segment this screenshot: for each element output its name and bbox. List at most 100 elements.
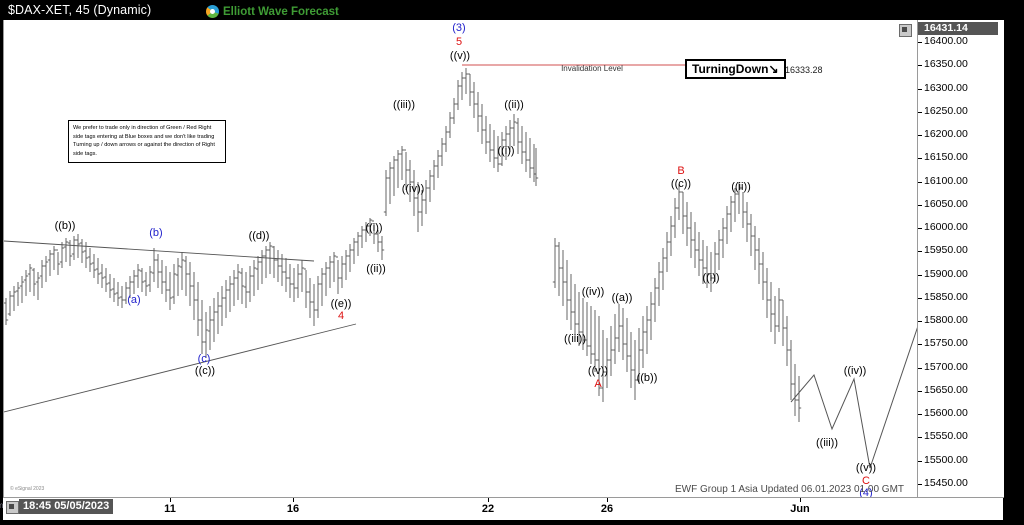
update-footer-text: EWF Group 1 Asia Updated 06.01.2023 01.0… xyxy=(675,484,905,495)
wave-label: ((i)) xyxy=(497,145,515,157)
time-tick-label: Jun xyxy=(790,503,810,515)
turning-down-text: TurningDown xyxy=(692,62,769,76)
price-tick: 16400.00 xyxy=(918,35,1004,47)
price-tick-mark xyxy=(918,65,922,67)
price-tick-label: 15450.00 xyxy=(924,477,968,489)
time-tick-label: 22 xyxy=(481,503,495,515)
page-title: $DAX-XET, 45 (Dynamic) xyxy=(8,3,152,17)
time-tick-mark xyxy=(488,498,489,502)
projection-path xyxy=(790,324,918,469)
wave-label: ((ii)) xyxy=(504,99,524,111)
price-tick-label: 16400.00 xyxy=(924,35,968,47)
wave-label: ((iii)) xyxy=(393,99,415,111)
wave-label: (3) xyxy=(452,22,466,34)
wave-label: (b) xyxy=(149,227,163,239)
invalidation-level-label: Invalidation Level xyxy=(561,64,623,73)
price-tick-label: 15800.00 xyxy=(924,314,968,327)
price-tick-label: 15950.00 xyxy=(924,244,968,257)
axis-settings-icon[interactable] xyxy=(899,24,912,37)
price-tick: 16300.00 xyxy=(918,82,1004,94)
price-tick-label: 16250.00 xyxy=(924,104,968,117)
price-tick: 15750.00 xyxy=(918,337,1004,349)
turning-down-badge: TurningDown↘ xyxy=(685,59,786,79)
time-tick-label: 11 xyxy=(164,503,176,515)
price-tick-label: 16050.00 xyxy=(924,197,968,210)
wave-label: ((b)) xyxy=(636,372,658,384)
wave-label: 5 xyxy=(455,36,463,48)
price-tick: 16150.00 xyxy=(918,151,1004,163)
price-tick-mark xyxy=(918,88,922,90)
trendline-upper-resistance xyxy=(4,240,315,262)
price-tick-label: 15750.00 xyxy=(924,337,968,350)
wave-label: ((iii)) xyxy=(816,437,838,449)
price-tick: 15600.00 xyxy=(918,407,1004,419)
price-tick-label: 15500.00 xyxy=(924,453,968,466)
price-tick: 16350.00 xyxy=(918,58,1004,70)
time-tick-mark xyxy=(170,498,171,502)
price-tick: 15450.00 xyxy=(918,477,1004,489)
price-tick: 16250.00 xyxy=(918,105,1004,117)
current-time-badge: 18:45 05/05/2023 xyxy=(19,499,114,514)
turning-down-arrow-icon: ↘ xyxy=(768,62,779,76)
swirl-logo-icon xyxy=(206,5,219,18)
time-axis[interactable]: Dm 18:45 05/05/2023 11 16 22 26 Jun xyxy=(0,497,1003,520)
trendline-lower-support xyxy=(4,323,357,413)
price-tick: 16200.00 xyxy=(918,128,1004,140)
time-tick-label: 16 xyxy=(286,503,300,515)
price-tick-label: 16150.00 xyxy=(924,151,968,164)
price-tick: 15650.00 xyxy=(918,384,1004,396)
price-tick-mark xyxy=(918,158,922,160)
price-tick-mark xyxy=(918,367,922,369)
price-tick: 16100.00 xyxy=(918,175,1004,187)
wave-label: ((v)) xyxy=(587,365,609,377)
wave-label: 4 xyxy=(337,310,345,322)
brand-logo-text: Elliott Wave Forecast xyxy=(223,5,339,18)
wave-label: ((iv)) xyxy=(401,183,425,195)
wave-label: ((ii)) xyxy=(731,181,751,193)
time-tick-label: 26 xyxy=(600,503,614,515)
price-tick: 15950.00 xyxy=(918,244,1004,256)
wave-label: ((i)) xyxy=(365,222,383,234)
price-tick-mark xyxy=(918,344,922,346)
wave-label: ((d)) xyxy=(248,230,270,242)
price-tick-label: 15550.00 xyxy=(924,430,968,443)
wave-label: A xyxy=(594,378,602,390)
time-tick-mark xyxy=(800,498,801,502)
price-tick-mark xyxy=(918,460,922,462)
price-tick-label: 15900.00 xyxy=(924,267,968,280)
price-tick: 16000.00 xyxy=(918,221,1004,233)
last-price-badge: 16431.14 xyxy=(918,22,998,35)
wave-label: ((v)) xyxy=(855,462,877,474)
price-tick-mark xyxy=(918,111,922,113)
price-tick: 15900.00 xyxy=(918,268,1004,280)
chart-window: $DAX-XET, 45 (Dynamic) Elliott Wave Fore… xyxy=(0,0,1024,525)
price-tick: 15800.00 xyxy=(918,314,1004,326)
time-axis-glyph: Dm xyxy=(0,501,4,510)
wave-label: ((a)) xyxy=(611,292,633,304)
price-tick-mark xyxy=(918,390,922,392)
chart-plot-area[interactable]: ((b)) (b) ((d)) (a) (c) ((c)) ((e)) 4 ((i)) ((ii)… xyxy=(3,20,919,498)
price-tick-mark xyxy=(918,204,922,206)
price-tick: 15700.00 xyxy=(918,361,1004,373)
time-tick-mark xyxy=(607,498,608,502)
wave-label: ((c)) xyxy=(194,365,216,377)
price-tick-mark xyxy=(918,135,922,137)
header-bar: $DAX-XET, 45 (Dynamic) Elliott Wave Fore… xyxy=(0,0,1024,20)
price-tick-label: 15850.00 xyxy=(924,290,968,303)
wave-label: ((i)) xyxy=(702,272,720,284)
price-tick: 15500.00 xyxy=(918,454,1004,466)
price-tick: 16050.00 xyxy=(918,198,1004,210)
price-tick: 15850.00 xyxy=(918,291,1004,303)
price-tick-label: 15650.00 xyxy=(924,383,968,396)
brand-logo: Elliott Wave Forecast xyxy=(206,4,339,19)
wave-label: ((b)) xyxy=(54,220,76,232)
price-tick-label: 16100.00 xyxy=(924,174,968,187)
price-tick-mark xyxy=(918,181,922,183)
price-tick-mark xyxy=(918,321,922,323)
wave-label: (a) xyxy=(127,294,141,306)
wave-label: ((e)) xyxy=(330,298,352,310)
price-tick-mark xyxy=(918,297,922,299)
time-settings-icon[interactable] xyxy=(6,501,19,514)
price-axis[interactable]: 16431.14 16400.00 16350.00 16300.00 16250.0… xyxy=(899,20,1004,498)
price-tick-mark xyxy=(918,414,922,416)
